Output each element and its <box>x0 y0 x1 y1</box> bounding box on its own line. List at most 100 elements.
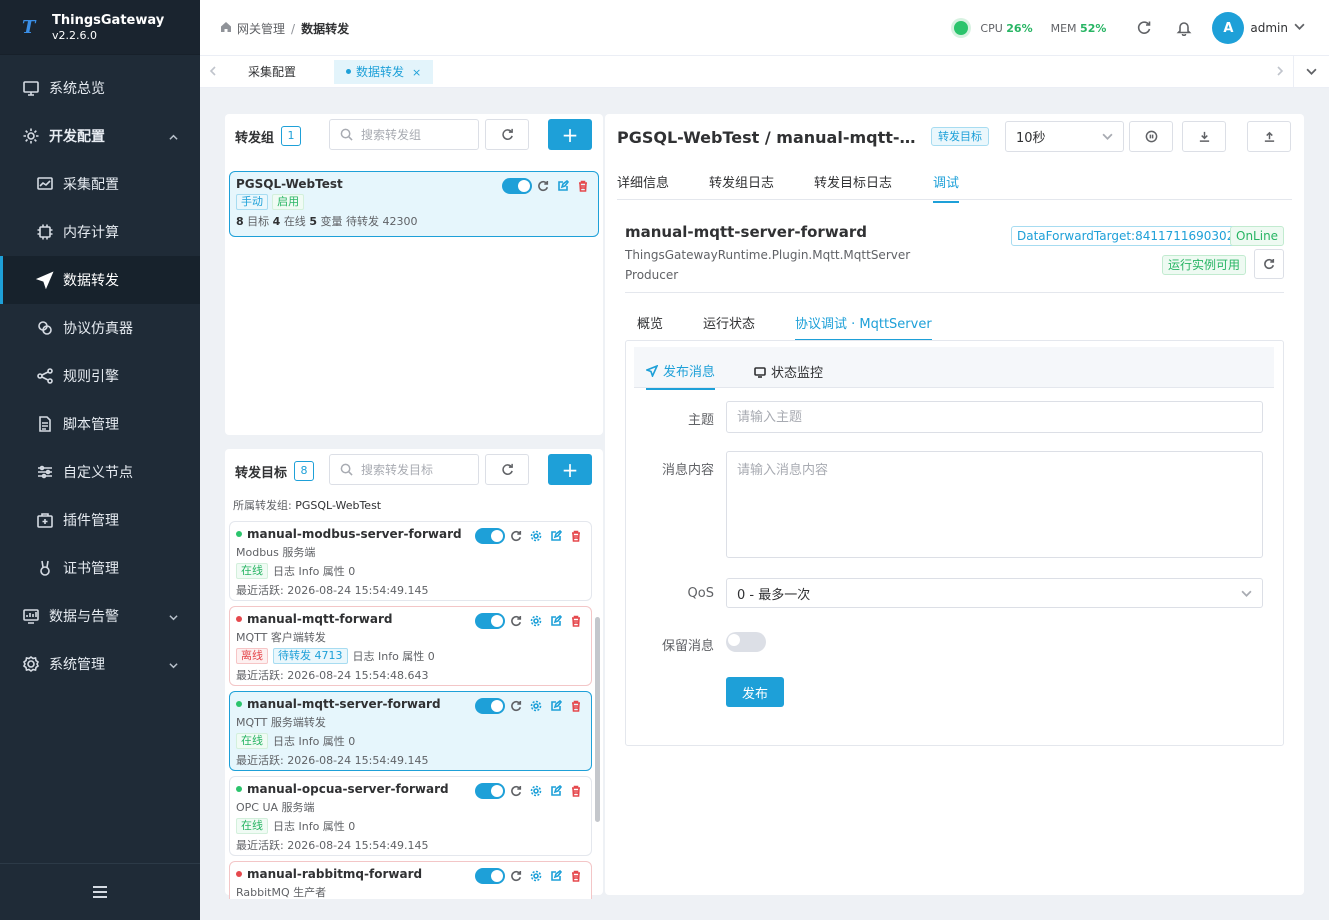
edit-icon[interactable] <box>554 179 572 193</box>
tab-group-log[interactable]: 转发组日志 <box>709 172 774 191</box>
download-button[interactable] <box>1182 121 1226 152</box>
target-search-field[interactable] <box>361 462 471 477</box>
target-enable-toggle[interactable] <box>475 698 505 714</box>
group-search-input[interactable] <box>329 119 479 150</box>
gear-icon[interactable] <box>527 529 545 543</box>
tabs-scroll-left-icon[interactable] <box>208 65 218 80</box>
publish-button[interactable]: 发布 <box>726 677 784 707</box>
refresh-icon[interactable] <box>507 699 525 713</box>
content-textarea[interactable] <box>726 451 1263 558</box>
tab-debug[interactable]: 调试 <box>933 172 960 203</box>
sidebar-item-overview[interactable]: 系统总览 <box>0 64 200 112</box>
edit-icon[interactable] <box>547 699 565 713</box>
refresh-button[interactable] <box>1124 20 1164 36</box>
refresh-icon[interactable] <box>534 179 552 193</box>
tab-protocol-debug[interactable]: 协议调试 · MqttServer <box>795 313 932 341</box>
debug-card: 发布消息 状态监控 主题 消息内容 QoS 0 - 最多一次 保留消息 发布 <box>625 340 1284 746</box>
gear-icon[interactable] <box>527 869 545 883</box>
target-card-selected[interactable]: manual-mqtt-server-forward MQTT 服务端转发 在线… <box>229 691 592 771</box>
group-enable-toggle[interactable] <box>502 178 532 194</box>
link-icon <box>36 319 54 337</box>
tabs-dropdown-button[interactable] <box>1293 56 1329 87</box>
target-enable-toggle[interactable] <box>475 613 505 629</box>
target-card[interactable]: manual-mqtt-forward MQTT 客户端转发 离线 待转发 471… <box>229 606 592 686</box>
sidebar-item-collect[interactable]: 采集配置 <box>0 160 200 208</box>
avatar[interactable]: A <box>1212 12 1245 44</box>
gear-icon[interactable] <box>527 614 545 628</box>
target-enable-toggle[interactable] <box>475 528 505 544</box>
sidebar-item-data-alarm[interactable]: 数据与告警 <box>0 592 200 640</box>
sidebar-item-memory[interactable]: 内存计算 <box>0 208 200 256</box>
group-refresh-button[interactable] <box>485 119 529 150</box>
target-list[interactable]: manual-modbus-server-forward Modbus 服务端 … <box>225 517 603 899</box>
refresh-icon[interactable] <box>507 784 525 798</box>
refresh-icon[interactable] <box>507 614 525 628</box>
detail-refresh-button[interactable] <box>1254 249 1284 279</box>
tab-runtime-status[interactable]: 运行状态 <box>703 313 755 332</box>
pause-button[interactable] <box>1129 121 1173 152</box>
notification-button[interactable] <box>1164 20 1204 36</box>
edit-icon[interactable] <box>547 529 565 543</box>
target-log: 日志 Info 属性 0 <box>352 650 435 663</box>
close-icon[interactable]: × <box>412 66 421 79</box>
retain-toggle[interactable] <box>726 632 766 652</box>
sidebar-item-custom-nodes[interactable]: 自定义节点 <box>0 448 200 496</box>
target-actions <box>475 698 585 714</box>
target-enable-toggle[interactable] <box>475 868 505 884</box>
delete-icon[interactable] <box>574 179 592 193</box>
menu-icon <box>93 886 107 898</box>
tab-collect-config[interactable]: 采集配置 <box>236 60 308 84</box>
sidebar-item-plugins[interactable]: 插件管理 <box>0 496 200 544</box>
target-search-input[interactable] <box>329 454 479 485</box>
delete-icon[interactable] <box>567 699 585 713</box>
home-icon[interactable] <box>220 21 237 36</box>
refresh-icon[interactable] <box>507 869 525 883</box>
refresh-icon[interactable] <box>507 529 525 543</box>
tab-details[interactable]: 详细信息 <box>617 172 669 191</box>
target-card[interactable]: manual-modbus-server-forward Modbus 服务端 … <box>229 521 592 601</box>
gear-icon[interactable] <box>527 784 545 798</box>
edit-icon[interactable] <box>547 784 565 798</box>
topic-input[interactable] <box>726 401 1263 433</box>
tabs-scroll-right-icon[interactable] <box>1275 65 1285 80</box>
upload-button[interactable] <box>1247 121 1291 152</box>
delete-icon[interactable] <box>567 614 585 628</box>
delete-icon[interactable] <box>567 529 585 543</box>
user-name[interactable]: admin <box>1250 21 1288 35</box>
tab-data-forward[interactable]: 数据转发 × <box>334 60 434 84</box>
gear-icon[interactable] <box>527 699 545 713</box>
delete-icon[interactable] <box>567 869 585 883</box>
topic-label: 主题 <box>687 413 714 428</box>
qos-select[interactable]: 0 - 最多一次 <box>726 578 1263 608</box>
add-target-button[interactable]: + <box>548 454 592 485</box>
refresh-interval-select[interactable]: 10秒 <box>1005 121 1124 152</box>
sidebar-item-system[interactable]: 系统管理 <box>0 640 200 688</box>
target-card[interactable]: manual-rabbitmq-forward RabbitMQ 生产者 <box>229 861 592 899</box>
group-search-field[interactable] <box>361 127 471 142</box>
tab-publish[interactable]: 发布消息 <box>646 361 716 390</box>
sidebar-item-dev-config[interactable]: 开发配置 <box>0 112 200 160</box>
target-card[interactable]: manual-opcua-server-forward OPC UA 服务端 在… <box>229 776 592 856</box>
breadcrumb-item[interactable]: 网关管理 <box>237 20 285 37</box>
target-desc: OPC UA 服务端 <box>236 801 315 814</box>
sidebar-item-rules[interactable]: 规则引擎 <box>0 352 200 400</box>
target-enable-toggle[interactable] <box>475 783 505 799</box>
edit-icon[interactable] <box>547 614 565 628</box>
sidebar-item-forward[interactable]: 数据转发 <box>0 256 200 304</box>
monitor-icon <box>754 366 766 378</box>
add-group-button[interactable]: + <box>548 119 592 150</box>
tab-target-log[interactable]: 转发目标日志 <box>814 172 892 191</box>
group-card[interactable]: PGSQL-WebTest 手动 启用 8 目标 4 在线 5 变量 待转发 4… <box>229 171 599 237</box>
delete-icon[interactable] <box>567 784 585 798</box>
target-list-scrollbar[interactable] <box>595 617 600 822</box>
sidebar-item-scripts[interactable]: 脚本管理 <box>0 400 200 448</box>
collapse-sidebar-button[interactable] <box>0 863 200 920</box>
offline-dot <box>236 871 242 877</box>
edit-icon[interactable] <box>547 869 565 883</box>
chevron-down-icon[interactable] <box>1292 21 1329 36</box>
tab-monitor[interactable]: 状态监控 <box>754 362 823 381</box>
sidebar-item-certs[interactable]: 证书管理 <box>0 544 200 592</box>
target-refresh-button[interactable] <box>485 454 529 485</box>
tab-overview[interactable]: 概览 <box>637 313 663 332</box>
sidebar-item-simulator[interactable]: 协议仿真器 <box>0 304 200 352</box>
